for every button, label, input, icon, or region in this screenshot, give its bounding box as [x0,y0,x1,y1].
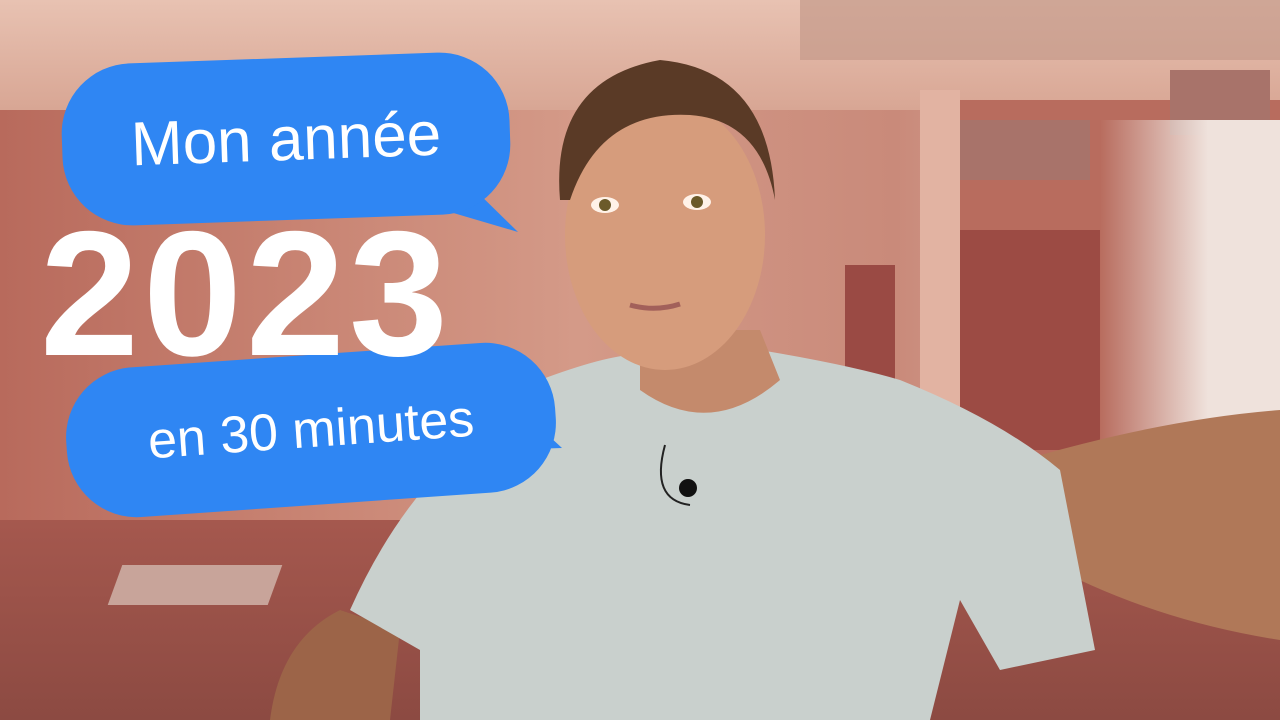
bubble-bottom-text: en 30 minutes [146,389,476,471]
bubble-top-text: Mon année [129,99,443,179]
year-title: 2023 [40,194,452,393]
